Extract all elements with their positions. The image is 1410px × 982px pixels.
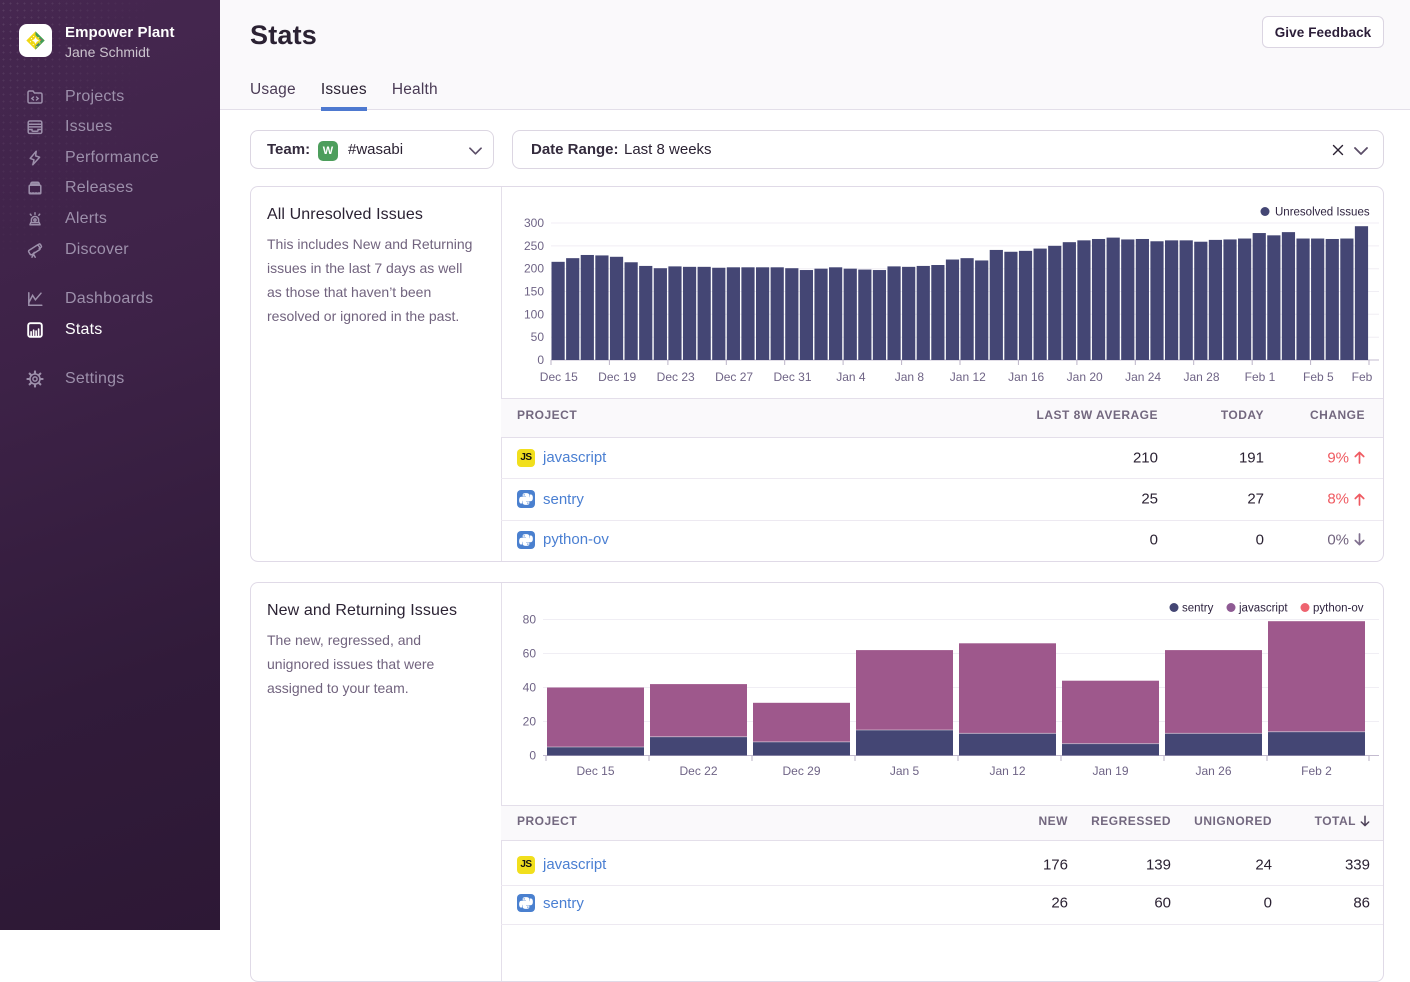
svg-text:Jan 26: Jan 26 — [1195, 764, 1231, 778]
svg-text:80: 80 — [523, 613, 537, 627]
svg-text:javascript: javascript — [1238, 603, 1288, 615]
svg-text:60: 60 — [523, 647, 537, 661]
svg-text:0: 0 — [529, 749, 536, 763]
svg-text:Jan 24: Jan 24 — [1125, 370, 1161, 384]
svg-text:Jan 20: Jan 20 — [1067, 370, 1103, 384]
svg-text:Jan 28: Jan 28 — [1183, 370, 1219, 384]
svg-text:50: 50 — [531, 330, 545, 344]
svg-text:Feb 5: Feb 5 — [1303, 370, 1334, 384]
svg-text:40: 40 — [523, 681, 537, 695]
svg-text:Dec 29: Dec 29 — [782, 764, 820, 778]
svg-text:Jan 8: Jan 8 — [895, 370, 925, 384]
svg-text:Dec 27: Dec 27 — [715, 370, 753, 384]
svg-text:Dec 31: Dec 31 — [773, 370, 811, 384]
svg-text:0: 0 — [537, 353, 544, 367]
svg-text:Dec 15: Dec 15 — [576, 764, 614, 778]
svg-text:200: 200 — [524, 262, 544, 276]
svg-text:Dec 19: Dec 19 — [598, 370, 636, 384]
svg-text:Feb 1: Feb 1 — [1245, 370, 1276, 384]
svg-text:300: 300 — [524, 216, 544, 230]
svg-text:Unresolved Issues: Unresolved Issues — [1275, 207, 1370, 219]
svg-text:Feb 2: Feb 2 — [1301, 764, 1332, 778]
svg-text:150: 150 — [524, 285, 544, 299]
svg-text:Jan 12: Jan 12 — [989, 764, 1025, 778]
svg-text:sentry: sentry — [1182, 603, 1214, 615]
svg-text:20: 20 — [523, 715, 537, 729]
svg-text:Dec 23: Dec 23 — [657, 370, 695, 384]
svg-text:Dec 22: Dec 22 — [679, 764, 717, 778]
svg-text:python-ov: python-ov — [1313, 603, 1364, 615]
svg-text:Jan 12: Jan 12 — [950, 370, 986, 384]
svg-text:Feb: Feb — [1352, 370, 1373, 384]
svg-text:Jan 5: Jan 5 — [890, 764, 920, 778]
svg-text:100: 100 — [524, 307, 544, 321]
svg-text:Jan 16: Jan 16 — [1008, 370, 1044, 384]
svg-text:Jan 4: Jan 4 — [836, 370, 866, 384]
svg-text:250: 250 — [524, 239, 544, 253]
svg-text:Dec 15: Dec 15 — [540, 370, 578, 384]
svg-text:Jan 19: Jan 19 — [1092, 764, 1128, 778]
